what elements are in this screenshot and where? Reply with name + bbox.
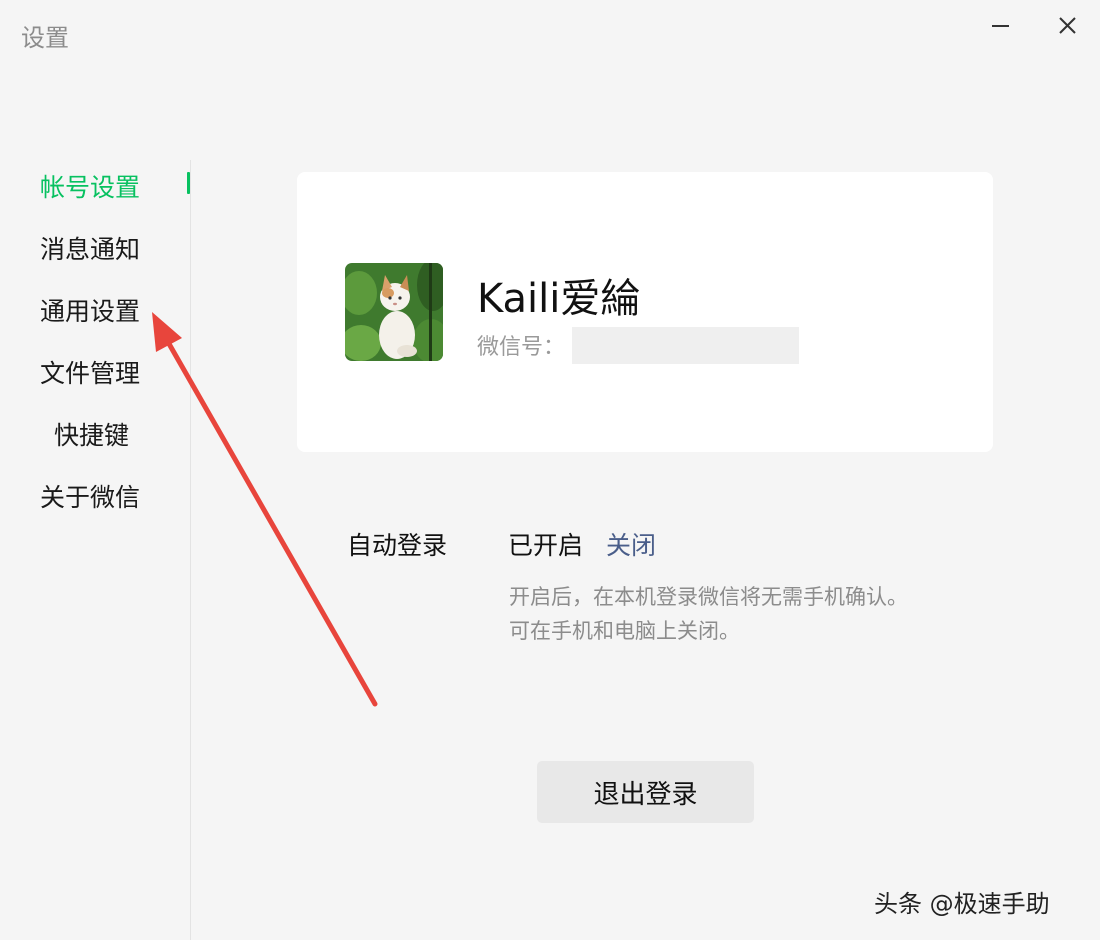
sidebar-item-notifications[interactable]: 消息通知: [40, 230, 140, 266]
sidebar-divider: [190, 160, 191, 940]
sidebar-item-about-wechat[interactable]: 关于微信: [40, 478, 140, 514]
wechat-id-label: 微信号：: [477, 335, 566, 360]
sidebar-item-shortcuts[interactable]: 快捷键: [54, 416, 129, 452]
watermark-text: 头条 @极速手助: [874, 890, 1050, 918]
profile-card: Kaili爱綸 微信号：: [297, 172, 993, 452]
auto-login-description-line1: 开启后，在本机登录微信将无需手机确认。: [509, 585, 908, 609]
auto-login-description-line2: 可在手机和电脑上关闭。: [509, 619, 740, 643]
window-title: 设置: [21, 24, 69, 52]
close-icon: [1059, 17, 1076, 34]
wechat-id-redacted-value: [572, 327, 799, 364]
auto-login-status: 已开启: [508, 531, 584, 560]
auto-login-disable-link[interactable]: 关闭: [606, 526, 656, 562]
profile-nickname: Kaili爱綸: [477, 276, 641, 322]
avatar[interactable]: [345, 263, 443, 361]
active-tab-indicator: [187, 172, 190, 194]
auto-login-description: 开启后，在本机登录微信将无需手机确认。 可在手机和电脑上关闭。: [509, 580, 1009, 648]
close-button[interactable]: [1052, 12, 1082, 42]
sidebar-item-account-settings[interactable]: 帐号设置: [40, 168, 140, 204]
minimize-icon: [992, 25, 1009, 27]
cat-avatar-image: [345, 263, 443, 361]
logout-button[interactable]: 退出登录: [537, 761, 754, 823]
sidebar-item-general-settings[interactable]: 通用设置: [40, 292, 140, 328]
minimize-button[interactable]: [989, 12, 1019, 42]
sidebar-item-file-management[interactable]: 文件管理: [40, 354, 140, 390]
auto-login-label: 自动登录: [347, 531, 448, 560]
